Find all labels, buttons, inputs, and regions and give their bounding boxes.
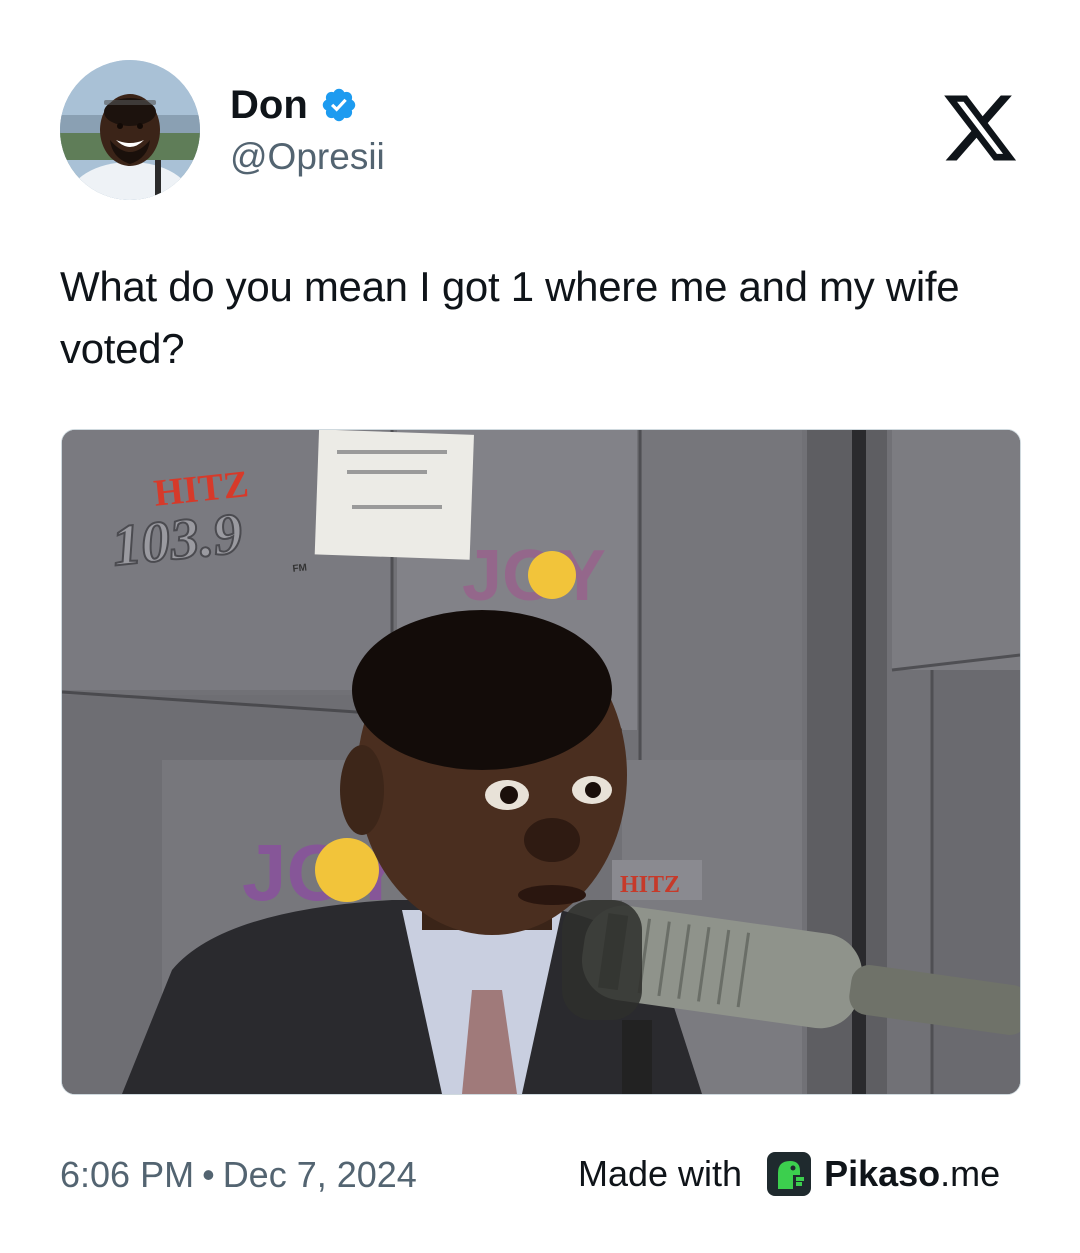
hitz-fm-text: FM: [292, 562, 308, 574]
avatar[interactable]: [60, 60, 200, 200]
tweet-date: Dec 7, 2024: [222, 1154, 417, 1195]
pikaso-brand-tld: .me: [940, 1153, 1001, 1194]
avatar-smiling-man-icon: [60, 60, 200, 200]
author-handle[interactable]: @Opresii: [230, 133, 385, 181]
made-with-label: Made with: [578, 1153, 743, 1194]
author-display-name[interactable]: Don: [230, 80, 308, 130]
x-logo-icon: [940, 88, 1020, 168]
tweet-text: What do you mean I got 1 where me and my…: [60, 263, 960, 372]
verified-badge-icon: [320, 86, 358, 124]
tweet-timestamp[interactable]: 6:06 PM • Dec 7, 2024: [60, 1152, 417, 1198]
photo-man-at-radio-microphone-icon: HITZ 103.9 FM JOY JOY HITZ: [62, 430, 1020, 1094]
hitz-number-text: 103.9: [109, 500, 246, 578]
tweet-media-image[interactable]: HITZ 103.9 FM JOY JOY HITZ: [61, 429, 1021, 1095]
timestamp-separator: •: [202, 1154, 215, 1195]
tweet-time: 6:06 PM: [60, 1154, 195, 1195]
made-with-pikaso[interactable]: Made with Pikaso .me: [578, 1148, 1000, 1200]
pikaso-brand-name: Pikaso: [824, 1153, 941, 1194]
pikaso-dino-icon: [766, 1151, 812, 1197]
hitz-small-sign-text: HITZ: [620, 872, 680, 898]
author-name-row[interactable]: Don: [230, 80, 358, 130]
